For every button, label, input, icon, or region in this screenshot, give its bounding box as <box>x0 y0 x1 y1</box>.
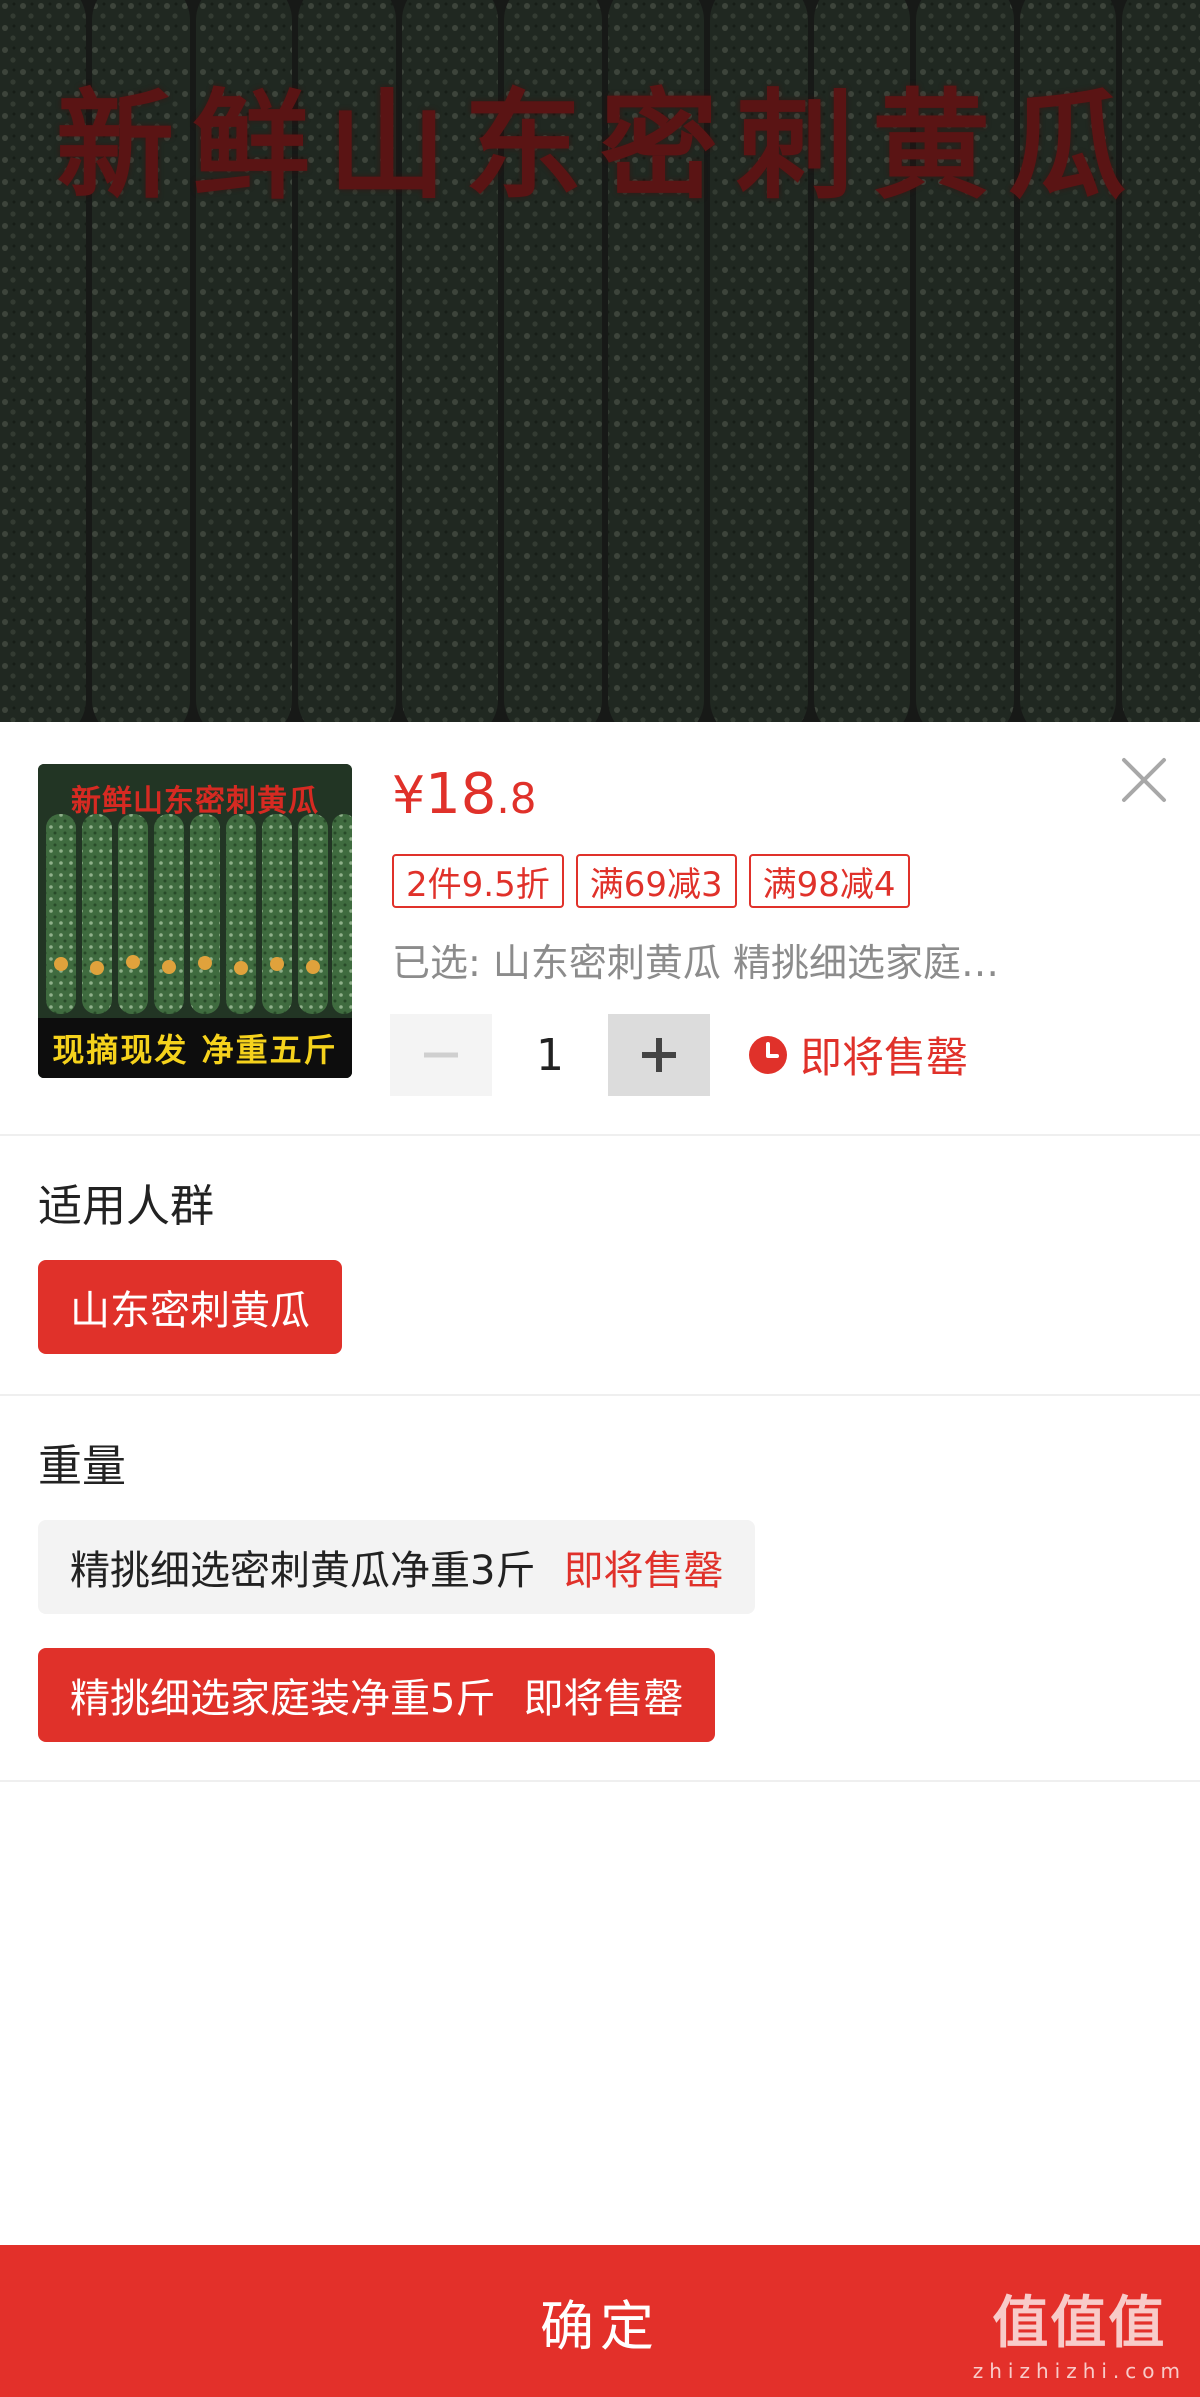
confirm-label: 确定 <box>540 2294 660 2358</box>
close-button[interactable] <box>1120 756 1168 804</box>
quantity-value[interactable]: 1 <box>492 1030 608 1081</box>
close-icon <box>1122 758 1166 802</box>
promo-tag: 满98减4 <box>748 854 910 908</box>
price-decimal: .8 <box>496 774 537 823</box>
option-group-shandong-cucumber[interactable]: 山东密刺黄瓜 <box>38 1260 342 1354</box>
decrease-quantity-button[interactable] <box>390 1014 492 1096</box>
option-label: 精挑细选家庭装净重5斤 <box>70 1676 496 1722</box>
selected-sku-text: 已选: 山东密刺黄瓜 精挑细选家庭… <box>392 941 999 985</box>
option-label: 精挑细选密刺黄瓜净重3斤 <box>70 1548 536 1594</box>
price-integer: 18 <box>425 762 497 827</box>
promo-tag: 满69减3 <box>575 854 737 908</box>
plus-icon <box>642 1038 676 1072</box>
divider <box>0 1780 1200 1782</box>
option-weight-3jin[interactable]: 精挑细选密刺黄瓜净重3斤 即将售罄 <box>38 1520 756 1614</box>
option-weight-5jin[interactable]: 精挑细选家庭装净重5斤 即将售罄 <box>38 1648 716 1742</box>
banner-title: 新鲜山东密刺黄瓜 <box>55 76 1144 215</box>
promo-tags: 2件9.5折 满69减3 满98减4 <box>392 854 910 908</box>
watermark-url: zhizhizhi.com <box>972 2359 1186 2383</box>
promo-tag: 2件9.5折 <box>392 854 564 908</box>
section-title-weight: 重量 <box>38 1441 126 1492</box>
sku-selection-sheet: 新鲜山东密刺黄瓜 现摘现发 净重五斤 ¥ 18 .8 2件9.5折 满69减3 … <box>0 722 1200 2397</box>
option-stock-flag: 即将售罄 <box>563 1548 724 1594</box>
confirm-button[interactable]: 确定 值值值 zhizhizhi.com <box>0 2245 1200 2397</box>
section-title-group: 适用人群 <box>38 1181 214 1232</box>
product-thumbnail: 新鲜山东密刺黄瓜 现摘现发 净重五斤 <box>38 764 352 1078</box>
thumbnail-caption: 现摘现发 净重五斤 <box>38 1018 352 1078</box>
divider <box>0 1394 1200 1396</box>
increase-quantity-button[interactable] <box>608 1014 710 1096</box>
product-price: ¥ 18 .8 <box>392 762 536 827</box>
clock-icon <box>749 1035 787 1074</box>
product-banner: 新鲜山东密刺黄瓜 <box>0 0 1200 722</box>
stock-status: 即将售罄 <box>748 1024 968 1085</box>
thumbnail-title: 新鲜山东密刺黄瓜 <box>71 784 319 819</box>
divider <box>0 1134 1200 1136</box>
minus-icon <box>424 1052 458 1058</box>
option-stock-flag: 即将售罄 <box>523 1676 684 1722</box>
stock-status-label: 即将售罄 <box>800 1033 969 1082</box>
option-label: 山东密刺黄瓜 <box>70 1288 310 1334</box>
site-watermark: 值值值 zhizhizhi.com <box>973 2278 1186 2383</box>
watermark-logo: 值值值 <box>992 2290 1167 2356</box>
price-currency: ¥ <box>392 766 426 826</box>
quantity-stepper: 1 <box>390 1014 710 1096</box>
